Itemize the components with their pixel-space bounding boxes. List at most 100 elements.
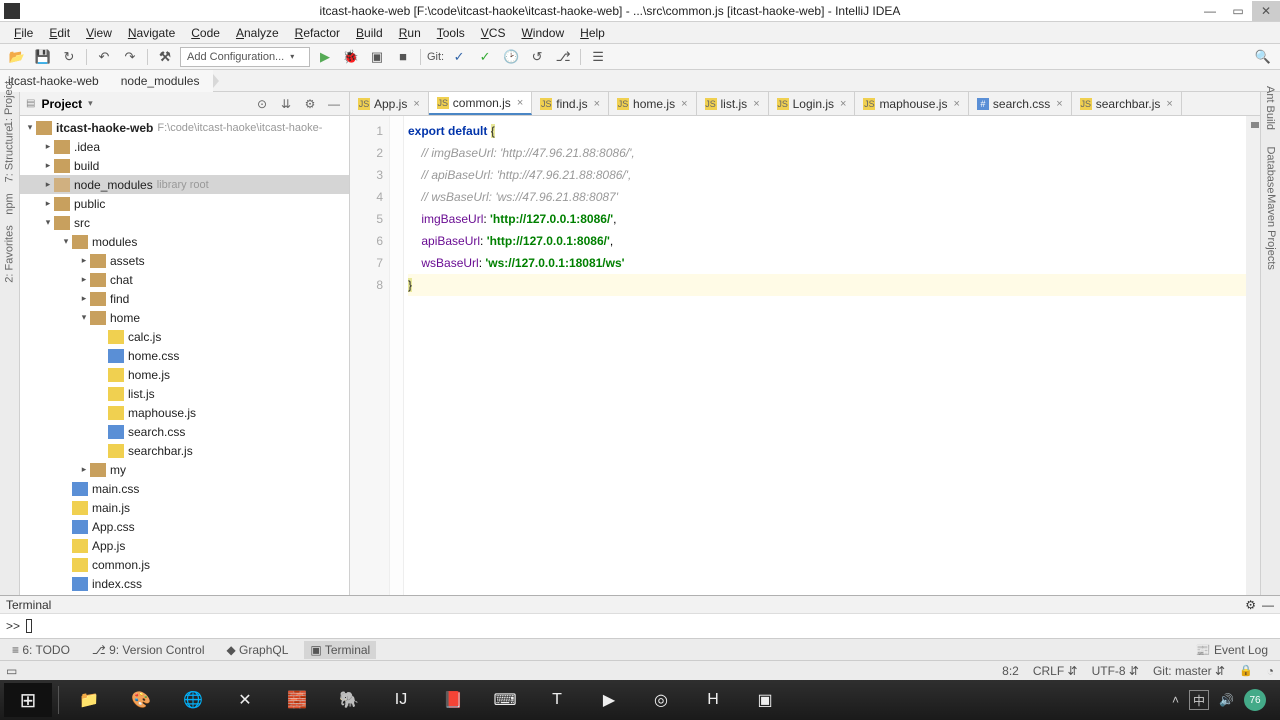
scroll-target-icon[interactable]: ⊙ — [253, 95, 271, 113]
taskbar-app-2[interactable]: 🎨 — [117, 683, 165, 717]
tab-graphql[interactable]: ◆ GraphQL — [220, 641, 294, 659]
gear-icon[interactable]: ⚙ — [1245, 598, 1256, 612]
editor-tab-searchbar-js[interactable]: JSsearchbar.js× — [1072, 92, 1182, 115]
breadcrumb[interactable]: itcast-haoke-web — [0, 70, 113, 92]
tool-tab-project[interactable]: 1: Project — [4, 81, 16, 127]
menu-file[interactable]: File — [6, 24, 41, 42]
vcs-history-icon[interactable]: 🕑 — [500, 46, 522, 68]
tree-item-searchbar-js[interactable]: •searchbar.js — [20, 441, 349, 460]
tool-tab-structure[interactable]: 7: Structure — [4, 126, 16, 183]
tool-tab-npm[interactable]: npm — [4, 193, 16, 214]
run-coverage-icon[interactable]: ▣ — [366, 46, 388, 68]
tree-item-public[interactable]: ▸public — [20, 194, 349, 213]
taskbar-app-6[interactable]: 🐘 — [325, 683, 373, 717]
chevron-down-icon[interactable]: ▾ — [88, 98, 93, 109]
menu-view[interactable]: View — [78, 24, 120, 42]
menu-code[interactable]: Code — [183, 24, 228, 42]
tree-item-home[interactable]: ▾home — [20, 308, 349, 327]
tree-item-search-css[interactable]: •search.css — [20, 422, 349, 441]
taskbar-app-7[interactable]: IJ — [377, 683, 425, 717]
tab-close-icon[interactable]: × — [953, 98, 959, 110]
vcs-branch-icon[interactable]: ⎇ — [552, 46, 574, 68]
taskbar-app-9[interactable]: ⌨ — [481, 683, 529, 717]
taskbar-app-0[interactable]: ⊞ — [4, 683, 52, 717]
ime-indicator[interactable]: 中 — [1189, 690, 1209, 710]
tab-version-control[interactable]: ⎇ 9: Version Control — [86, 641, 211, 659]
caret-position[interactable]: 8:2 — [1002, 664, 1019, 678]
structure-icon[interactable]: ☰ — [587, 46, 609, 68]
tab-close-icon[interactable]: × — [413, 98, 419, 110]
editor-tab-common-js[interactable]: JScommon.js× — [429, 92, 532, 115]
tool-tab-database[interactable]: Database — [1265, 146, 1277, 193]
inspector-icon[interactable]: ◔ — [1267, 664, 1274, 678]
tab-close-icon[interactable]: × — [594, 98, 600, 110]
save-all-icon[interactable]: 💾 — [32, 46, 54, 68]
menu-vcs[interactable]: VCS — [473, 24, 514, 42]
tree-item-assets[interactable]: ▸assets — [20, 251, 349, 270]
menu-run[interactable]: Run — [391, 24, 429, 42]
tree-item-my[interactable]: ▸my — [20, 460, 349, 479]
tree-item-calc-js[interactable]: •calc.js — [20, 327, 349, 346]
taskbar-app-13[interactable]: H — [689, 683, 737, 717]
run-icon[interactable]: ▶ — [314, 46, 336, 68]
tree-item-node_modules[interactable]: ▸node_moduleslibrary root — [20, 175, 349, 194]
code-editor[interactable]: 12345678 export default { // imgBaseUrl:… — [350, 116, 1260, 595]
tab-terminal[interactable]: ▣ Terminal — [304, 641, 376, 659]
line-separator[interactable]: CRLF ⇵ — [1033, 664, 1078, 678]
build-icon[interactable]: ⚒ — [154, 46, 176, 68]
debug-icon[interactable]: 🐞 — [340, 46, 362, 68]
volume-icon[interactable]: 🔊 — [1219, 693, 1234, 707]
editor-tab-maphouse-js[interactable]: JSmaphouse.js× — [855, 92, 968, 115]
vcs-update-icon[interactable]: ✓ — [448, 46, 470, 68]
code-content[interactable]: export default { // imgBaseUrl: 'http://… — [404, 116, 1260, 595]
menu-window[interactable]: Window — [513, 24, 572, 42]
breadcrumb[interactable]: node_modules — [113, 70, 214, 92]
tray-expand-icon[interactable]: ˄ — [1172, 693, 1179, 707]
tree-item-App-js[interactable]: •App.js — [20, 536, 349, 555]
tab-close-icon[interactable]: × — [1166, 98, 1172, 110]
menu-edit[interactable]: Edit — [41, 24, 78, 42]
maximize-button[interactable]: ▭ — [1224, 1, 1252, 21]
menu-navigate[interactable]: Navigate — [120, 24, 183, 42]
taskbar-app-5[interactable]: 🧱 — [273, 683, 321, 717]
tab-close-icon[interactable]: × — [753, 98, 759, 110]
close-button[interactable]: ✕ — [1252, 1, 1280, 21]
stop-icon[interactable]: ■ — [392, 46, 414, 68]
taskbar-app-3[interactable]: 🌐 — [169, 683, 217, 717]
tool-tab-ant[interactable]: Ant Build — [1265, 86, 1277, 130]
tree-item-modules[interactable]: ▾modules — [20, 232, 349, 251]
run-config-dropdown[interactable]: Add Configuration... — [180, 47, 310, 67]
vcs-revert-icon[interactable]: ↺ — [526, 46, 548, 68]
taskbar-app-1[interactable]: 📁 — [65, 683, 113, 717]
tree-root[interactable]: ▾ itcast-haoke-web F:\code\itcast-haoke\… — [20, 118, 349, 137]
open-file-icon[interactable]: 📂 — [6, 46, 28, 68]
battery-indicator[interactable]: 76 — [1244, 689, 1266, 711]
vcs-commit-icon[interactable]: ✓ — [474, 46, 496, 68]
tree-item-build[interactable]: ▸build — [20, 156, 349, 175]
minimize-button[interactable]: — — [1196, 1, 1224, 21]
search-everywhere-icon[interactable]: 🔍 — [1252, 46, 1274, 68]
editor-scrollbar[interactable] — [1246, 116, 1260, 595]
editor-tab-search-css[interactable]: #search.css× — [969, 92, 1072, 115]
hide-panel-icon[interactable]: — — [1262, 598, 1274, 612]
project-tree[interactable]: ▾ itcast-haoke-web F:\code\itcast-haoke\… — [20, 116, 349, 595]
taskbar-app-14[interactable]: ▣ — [741, 683, 789, 717]
tree-item-App-css[interactable]: •App.css — [20, 517, 349, 536]
editor-tab-list-js[interactable]: JSlist.js× — [697, 92, 769, 115]
menu-analyze[interactable]: Analyze — [228, 24, 287, 42]
tool-tab-favorites[interactable]: 2: Favorites — [4, 225, 16, 282]
toggle-tool-window-icon[interactable]: ▭ — [6, 664, 17, 678]
fold-gutter[interactable] — [390, 116, 404, 595]
tab-event-log[interactable]: 📰 Event Log — [1190, 641, 1274, 659]
tab-close-icon[interactable]: × — [1056, 98, 1062, 110]
editor-tab-home-js[interactable]: JShome.js× — [609, 92, 696, 115]
tree-item-home-js[interactable]: •home.js — [20, 365, 349, 384]
menu-help[interactable]: Help — [572, 24, 613, 42]
tree-item-src[interactable]: ▾src — [20, 213, 349, 232]
taskbar-app-10[interactable]: T — [533, 683, 581, 717]
tree-item--idea[interactable]: ▸.idea — [20, 137, 349, 156]
menu-build[interactable]: Build — [348, 24, 391, 42]
menu-refactor[interactable]: Refactor — [287, 24, 348, 42]
tree-item-index-css[interactable]: •index.css — [20, 574, 349, 593]
terminal-body[interactable]: >> — [0, 614, 1280, 638]
